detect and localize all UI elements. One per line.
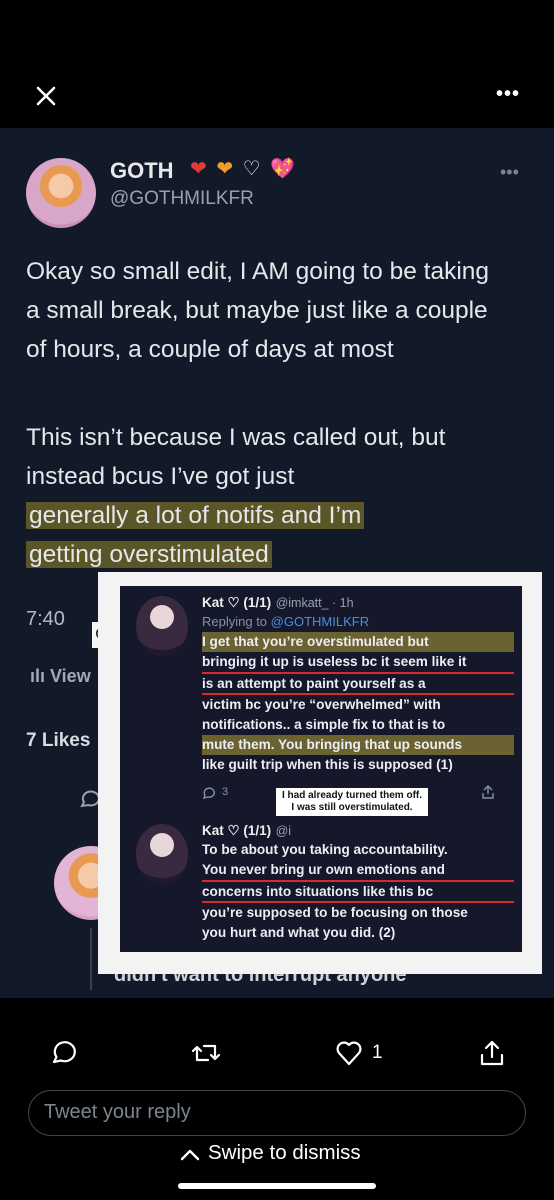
more-options-button[interactable]: •••: [488, 82, 528, 106]
tweet-photo[interactable]: GOTH ❤ ❤ ♡ 💖 @GOTHMILKFR ••• Okay so sma…: [0, 128, 554, 998]
kat-reply-line: To be about you taking accountability.: [202, 842, 448, 857]
kat-header: Kat ♡ (1/1) @imkatt_ · 1h: [202, 594, 354, 612]
kat-reply-line: like guilt trip when this is supposed (1…: [202, 756, 453, 772]
kat-handle: @imkatt_ · 1h: [275, 596, 354, 610]
kat-reply-line: you hurt and what you did. (2): [202, 925, 396, 941]
kat-reply-line: concerns into situations like this bc: [202, 882, 514, 904]
replying-handle[interactable]: @GOTHMILKFR: [271, 614, 369, 629]
like-button[interactable]: [334, 1038, 364, 1068]
kat-reply-line: victim bc you’re “overwhelmed” with: [202, 697, 441, 713]
tweet-paragraph-1: Okay so small edit, I AM going to be tak…: [26, 258, 490, 363]
kat-reply-line: is an attempt to paint yourself as a: [202, 674, 514, 696]
author-name: GOTH: [110, 158, 174, 183]
swipe-to-dismiss[interactable]: Swipe to dismiss: [208, 1141, 361, 1165]
share-icon: [482, 785, 494, 799]
kat-reply-line: you’re supposed to be focusing on those: [202, 905, 468, 921]
home-indicator[interactable]: [178, 1183, 376, 1189]
chevron-up-icon: [180, 1149, 200, 1161]
reply-button[interactable]: [48, 1038, 78, 1068]
orange-heart-icon: ❤: [216, 158, 236, 180]
kat-reply-line: mute them. You bringing that up sounds: [202, 734, 514, 755]
tweet-paragraph-2: This isn’t because I was called out, but…: [26, 418, 506, 574]
kat-handle: @i: [275, 824, 292, 838]
retweet-button[interactable]: [190, 1038, 222, 1068]
kat-header: Kat ♡ (1/1) @i: [202, 822, 291, 840]
replying-to: Replying to @GOTHMILKFR: [202, 614, 369, 629]
highlighted-text: getting overstimulated: [26, 541, 272, 568]
replying-label: Replying to: [202, 614, 268, 629]
kat-avatar: [136, 824, 188, 884]
more-icon: •••: [495, 83, 520, 105]
kat-reply-1: I get that you’re overstimulated but bri…: [202, 632, 514, 775]
embedded-screenshot: Kat ♡ (1/1) @imkatt_ · 1h Replying to @G…: [120, 586, 522, 952]
kat-name: Kat ♡ (1/1): [202, 823, 272, 838]
reply-placeholder: Tweet your reply: [44, 1101, 191, 1123]
annotation-note: I had already turned them off. I was sti…: [276, 788, 428, 816]
author-avatar: [26, 158, 96, 228]
close-icon: [36, 86, 56, 106]
tweet-paragraph-2-text: This isn’t because I was called out, but…: [26, 424, 446, 490]
kat-reply-line: You never bring ur own emotions and: [202, 860, 514, 882]
kat-name: Kat ♡ (1/1): [202, 595, 272, 610]
thread-line: [90, 928, 92, 990]
tweet-time: 7:40: [26, 608, 65, 630]
like-count: 1: [372, 1042, 383, 1063]
views-label: ılı View: [30, 666, 91, 686]
embedded-screenshot-frame: Kat ♡ (1/1) @imkatt_ · 1h Replying to @G…: [98, 572, 542, 974]
kat-avatar: [136, 596, 188, 656]
close-button[interactable]: [28, 78, 64, 114]
reply-icon: [202, 787, 215, 799]
share-button[interactable]: [478, 1038, 506, 1068]
kat-reply-line: notifications.. a simple fix to that is …: [202, 717, 446, 733]
white-heart-icon: ♡: [242, 158, 263, 180]
author-hearts: ❤ ❤ ♡ 💖: [190, 156, 297, 181]
kat-reply-2: To be about you taking accountability. Y…: [202, 840, 514, 943]
tweet-more-icon: •••: [500, 162, 519, 182]
reply-count: 3: [222, 786, 229, 798]
kat-reply-line: I get that you’re overstimulated but: [202, 632, 514, 652]
red-heart-icon: ❤: [190, 158, 209, 180]
kat-reply-line: bringing it up is useless bc it seem lik…: [202, 652, 514, 674]
sparkling-heart-icon: 💖: [270, 158, 298, 180]
highlighted-text: generally a lot of notifs and I’m: [26, 502, 365, 529]
author-handle: @GOTHMILKFR: [110, 188, 254, 209]
likes-count: 7 Likes: [26, 730, 91, 751]
